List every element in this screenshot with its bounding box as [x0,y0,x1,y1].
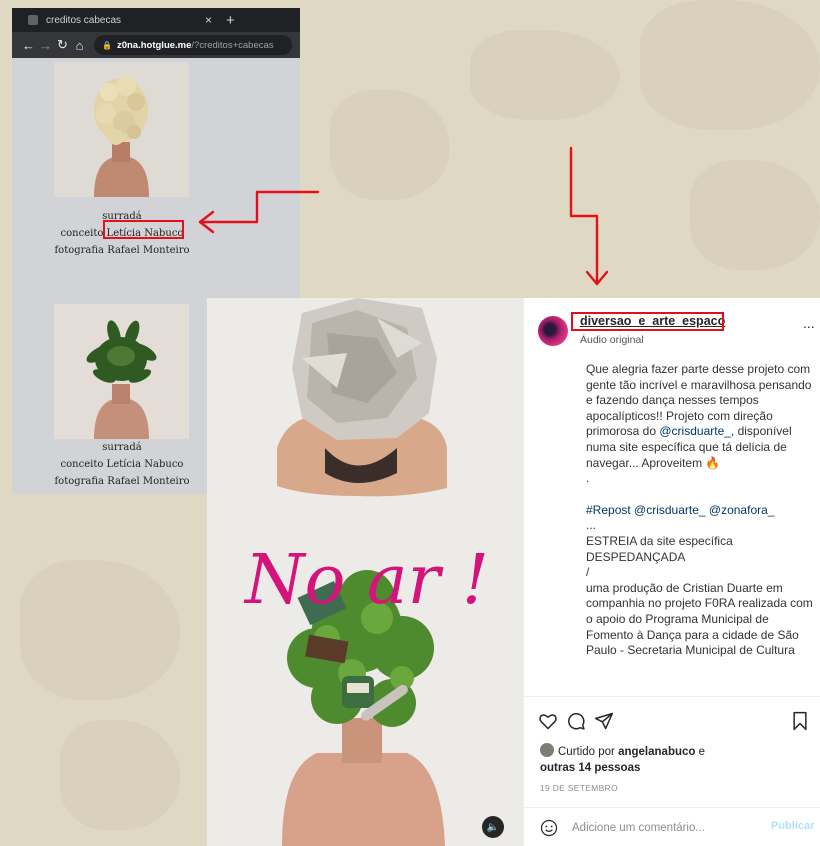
arrow-to-credit [198,190,320,224]
annotation-arrows [198,146,609,286]
arrow-to-username [569,146,599,286]
